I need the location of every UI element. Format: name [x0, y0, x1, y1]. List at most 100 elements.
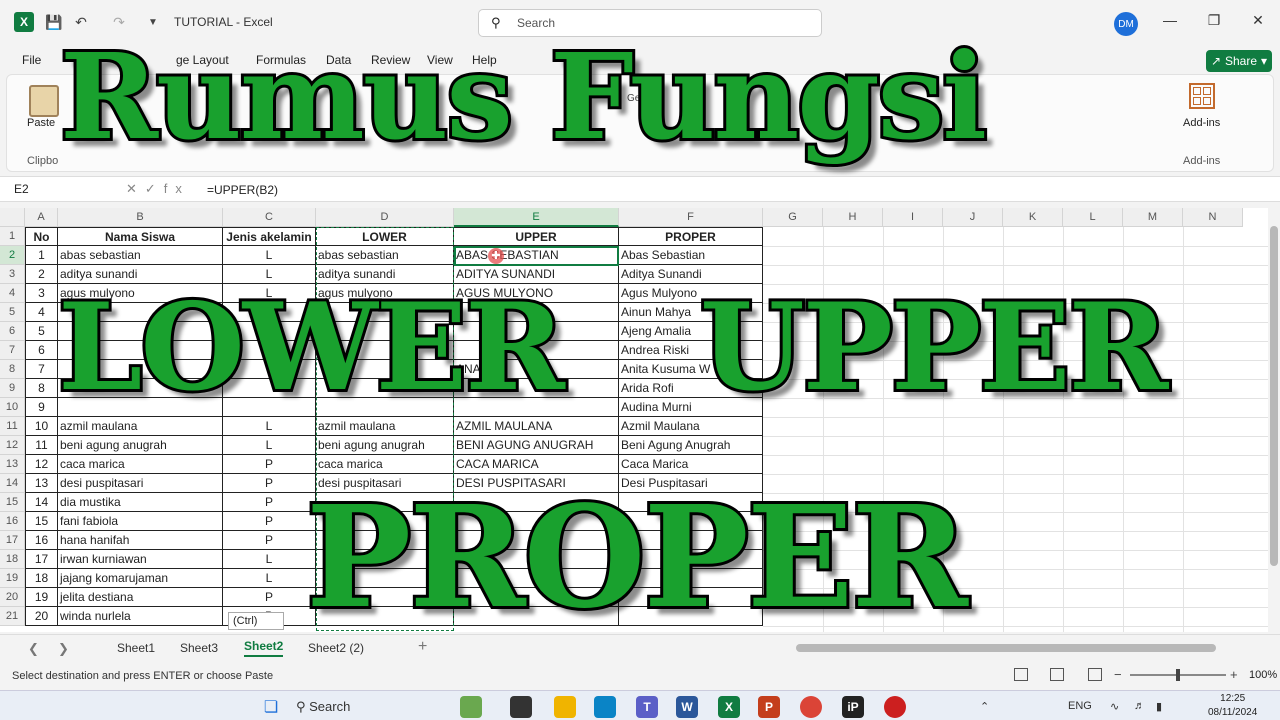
minimize-icon[interactable]: — — [1160, 12, 1180, 32]
table-header-cell[interactable]: Nama Siswa — [58, 227, 223, 246]
table-cell[interactable]: 16 — [25, 531, 58, 550]
battery-icon[interactable]: ▮ — [1156, 700, 1162, 713]
page-layout-view-icon[interactable] — [1050, 668, 1064, 681]
row-header[interactable]: 3 — [0, 265, 25, 284]
table-cell[interactable]: azmil maulana — [58, 417, 223, 436]
table-cell[interactable]: 20 — [25, 607, 58, 626]
table-cell[interactable]: Beni Agung Anugrah — [619, 436, 763, 455]
tab-sheet2[interactable]: Sheet2 — [244, 639, 284, 657]
prev-sheet-icon[interactable]: ❮ — [28, 641, 39, 657]
table-cell[interactable]: Abas Sebastian — [619, 246, 763, 265]
table-cell[interactable]: 6 — [25, 341, 58, 360]
tray-expand-icon[interactable]: ⌃ — [980, 700, 989, 713]
language-indicator[interactable]: ENG — [1068, 700, 1092, 712]
powerpoint-icon[interactable]: P — [758, 696, 780, 718]
tab-sheet1[interactable]: Sheet1 — [117, 641, 155, 655]
file-explorer-icon[interactable] — [554, 696, 576, 718]
addins-icon[interactable] — [1189, 83, 1215, 109]
table-cell[interactable]: 9 — [25, 398, 58, 417]
normal-view-icon[interactable] — [1014, 668, 1028, 681]
paste-label[interactable]: Paste — [27, 117, 55, 129]
table-cell[interactable]: jelita destiana — [58, 588, 223, 607]
app-icon[interactable]: iP — [842, 696, 864, 718]
page-break-view-icon[interactable] — [1088, 668, 1102, 681]
row-header[interactable]: 15 — [0, 493, 25, 512]
table-cell[interactable]: CACA MARICA — [454, 455, 619, 474]
table-cell[interactable]: P — [223, 493, 316, 512]
row-header[interactable]: 2 — [0, 246, 25, 265]
clock[interactable]: 12:25 08/11/2024 — [1208, 692, 1257, 720]
row-header[interactable]: 1 — [0, 227, 25, 246]
row-header[interactable]: 9 — [0, 379, 25, 398]
volume-icon[interactable]: ♬ — [1134, 700, 1145, 712]
name-box[interactable]: E2 — [8, 180, 104, 200]
chrome-icon[interactable] — [800, 696, 822, 718]
row-header[interactable]: 5 — [0, 303, 25, 322]
row-header[interactable]: 8 — [0, 360, 25, 379]
table-cell[interactable]: irwan kurniawan — [58, 550, 223, 569]
column-header[interactable]: I — [883, 208, 943, 227]
column-header[interactable]: F — [619, 208, 763, 227]
row-header[interactable]: 16 — [0, 512, 25, 531]
table-cell[interactable]: L — [223, 246, 316, 265]
table-cell[interactable]: 3 — [25, 284, 58, 303]
table-cell[interactable]: jajang komarujaman — [58, 569, 223, 588]
table-cell[interactable]: Caca Marica — [619, 455, 763, 474]
table-cell[interactable]: 1 — [25, 246, 58, 265]
table-cell[interactable]: L — [223, 436, 316, 455]
table-cell[interactable]: L — [223, 550, 316, 569]
table-cell[interactable]: P — [223, 455, 316, 474]
table-header-cell[interactable]: UPPER — [454, 227, 619, 246]
table-cell[interactable]: 12 — [25, 455, 58, 474]
column-header[interactable]: A — [25, 208, 58, 227]
active-cell-e2[interactable] — [454, 246, 619, 266]
table-cell[interactable]: Azmil Maulana — [619, 417, 763, 436]
table-header-cell[interactable]: Jenis akelamin — [223, 227, 316, 246]
zoom-slider-knob[interactable] — [1176, 669, 1180, 681]
table-cell[interactable]: P — [223, 588, 316, 607]
formula-buttons-icon[interactable]: ✕✓fx — [126, 181, 190, 197]
word-icon[interactable]: W — [676, 696, 698, 718]
table-cell[interactable]: L — [223, 569, 316, 588]
tab-sheet3[interactable]: Sheet3 — [180, 641, 218, 655]
zoom-out-icon[interactable]: − — [1114, 667, 1122, 682]
row-header[interactable]: 12 — [0, 436, 25, 455]
zoom-in-icon[interactable]: + — [1230, 667, 1238, 682]
table-cell[interactable]: 11 — [25, 436, 58, 455]
row-header[interactable]: 14 — [0, 474, 25, 493]
table-cell[interactable]: dia mustika — [58, 493, 223, 512]
table-cell[interactable]: 10 — [25, 417, 58, 436]
column-header[interactable]: C — [223, 208, 316, 227]
table-cell[interactable]: 2 — [25, 265, 58, 284]
column-header[interactable]: B — [58, 208, 223, 227]
table-cell[interactable]: 4 — [25, 303, 58, 322]
zoom-level[interactable]: 100% — [1249, 669, 1277, 681]
table-cell[interactable]: 13 — [25, 474, 58, 493]
tab-sheet2-2[interactable]: Sheet2 (2) — [308, 641, 364, 655]
table-cell[interactable]: L — [223, 417, 316, 436]
table-cell[interactable]: hana hanifah — [58, 531, 223, 550]
record-icon[interactable] — [884, 696, 906, 718]
row-header[interactable]: 20 — [0, 588, 25, 607]
table-header-cell[interactable]: No — [25, 227, 58, 246]
table-cell[interactable]: 18 — [25, 569, 58, 588]
next-sheet-icon[interactable]: ❯ — [58, 641, 69, 657]
paste-options-button[interactable]: (Ctrl) — [228, 612, 284, 630]
vertical-scrollbar[interactable] — [1268, 208, 1280, 632]
close-icon[interactable]: ✕ — [1248, 12, 1268, 32]
row-header[interactable]: 4 — [0, 284, 25, 303]
excel-taskbar-icon[interactable]: X — [718, 696, 740, 718]
row-header[interactable]: 18 — [0, 550, 25, 569]
table-cell[interactable]: beni agung anugrah — [58, 436, 223, 455]
task-view-icon[interactable] — [510, 696, 532, 718]
column-header[interactable]: N — [1183, 208, 1243, 227]
row-header[interactable]: 10 — [0, 398, 25, 417]
table-cell[interactable]: P — [223, 512, 316, 531]
teams-icon[interactable]: T — [636, 696, 658, 718]
wifi-icon[interactable]: ∿ — [1110, 700, 1119, 713]
table-cell[interactable]: 5 — [25, 322, 58, 341]
row-header[interactable]: 6 — [0, 322, 25, 341]
row-header[interactable]: 11 — [0, 417, 25, 436]
table-cell[interactable]: 8 — [25, 379, 58, 398]
edge-icon[interactable] — [594, 696, 616, 718]
